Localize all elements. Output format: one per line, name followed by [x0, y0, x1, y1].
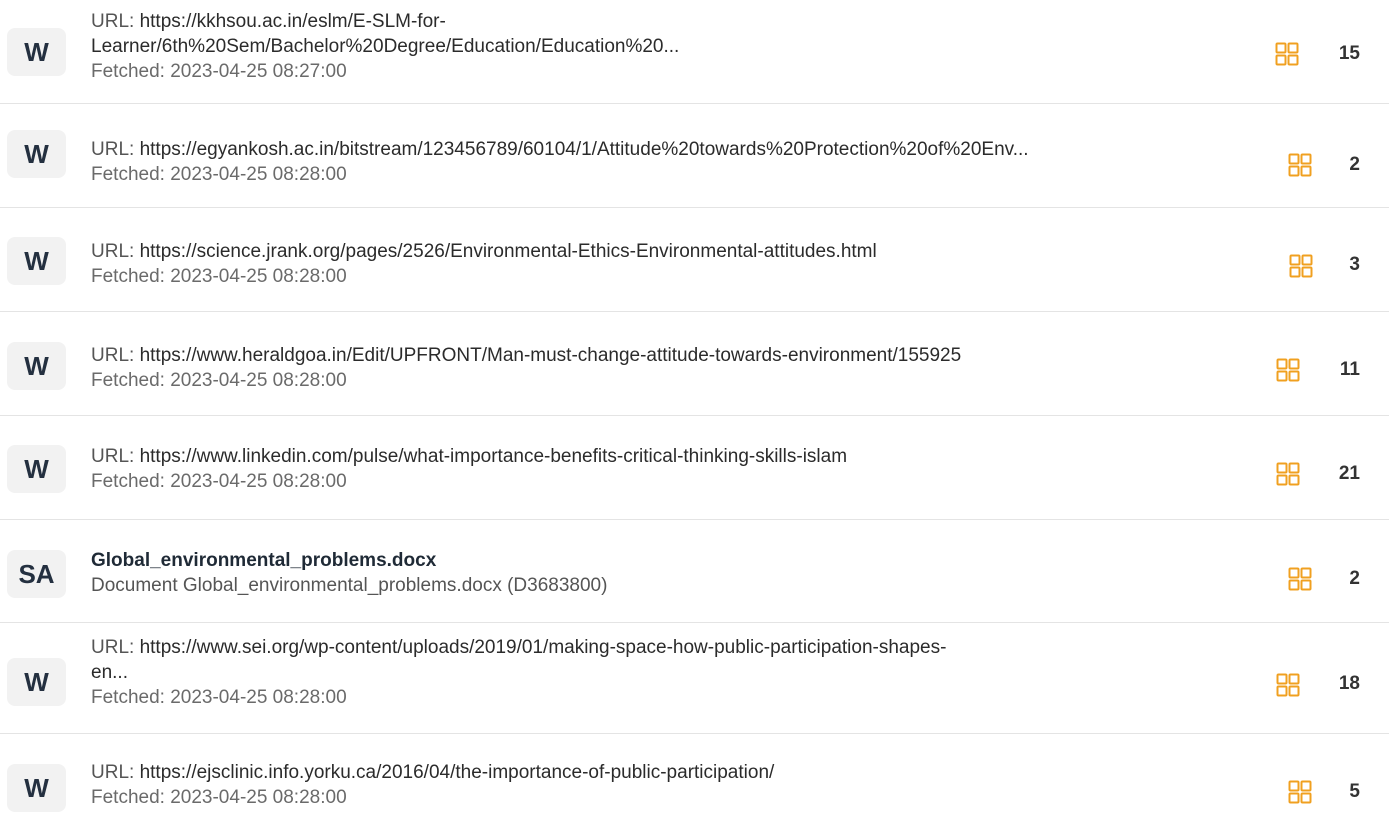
- source-row: W URL: https://www.heraldgoa.in/Edit/UPF…: [0, 312, 1389, 416]
- source-type-badge: SA: [7, 550, 66, 598]
- url-prefix: URL:: [91, 139, 140, 160]
- match-count: 5: [1349, 781, 1360, 802]
- url-prefix: URL:: [91, 345, 140, 366]
- source-type-badge: W: [7, 342, 66, 390]
- source-type-badge: W: [7, 237, 66, 285]
- url-prefix: URL:: [91, 11, 140, 32]
- matches-grid-icon[interactable]: [1276, 673, 1300, 697]
- match-count: 18: [1338, 673, 1360, 694]
- source-details: URL: https://kkhsou.ac.in/eslm/E-SLM-for…: [91, 9, 1271, 84]
- source-details: URL: https://ejsclinic.info.yorku.ca/201…: [91, 760, 1271, 810]
- source-type-badge: W: [7, 445, 66, 493]
- matches-grid-icon[interactable]: [1275, 42, 1299, 66]
- fetched-timestamp: Fetched: 2023-04-25 08:28:00: [91, 471, 347, 492]
- source-type-badge: W: [7, 28, 66, 76]
- source-row: W URL: https://science.jrank.org/pages/2…: [0, 208, 1389, 312]
- matches-grid-icon[interactable]: [1276, 358, 1300, 382]
- matches-grid-icon[interactable]: [1289, 254, 1313, 278]
- source-details: URL: https://www.linkedin.com/pulse/what…: [91, 444, 1271, 494]
- url-prefix: URL:: [91, 446, 140, 467]
- source-details: URL: https://www.sei.org/wp-content/uplo…: [91, 635, 1271, 710]
- matches-grid-icon[interactable]: [1288, 153, 1312, 177]
- source-row: W URL: https://www.sei.org/wp-content/up…: [0, 623, 1389, 734]
- source-type-badge: W: [7, 130, 66, 178]
- source-type-badge: W: [7, 764, 66, 812]
- fetched-timestamp: Fetched: 2023-04-25 08:28:00: [91, 687, 347, 708]
- source-url-link[interactable]: https://egyankosh.ac.in/bitstream/123456…: [140, 139, 1029, 160]
- source-details: URL: https://science.jrank.org/pages/252…: [91, 239, 1271, 289]
- document-title[interactable]: Global_environmental_problems.docx: [91, 548, 1271, 573]
- match-count: 21: [1338, 463, 1360, 484]
- source-details: URL: https://egyankosh.ac.in/bitstream/1…: [91, 137, 1271, 187]
- url-prefix: URL:: [91, 762, 140, 783]
- source-url-link[interactable]: https://science.jrank.org/pages/2526/Env…: [140, 241, 877, 262]
- matches-grid-icon[interactable]: [1288, 567, 1312, 591]
- source-details: Global_environmental_problems.docx Docum…: [91, 548, 1271, 598]
- fetched-timestamp: Fetched: 2023-04-25 08:28:00: [91, 164, 347, 185]
- source-row: W URL: https://ejsclinic.info.yorku.ca/2…: [0, 734, 1389, 830]
- source-url-link[interactable]: https://www.sei.org/wp-content/uploads/2…: [140, 637, 947, 658]
- match-count: 11: [1339, 359, 1360, 380]
- fetched-timestamp: Fetched: 2023-04-25 08:28:00: [91, 787, 347, 808]
- matches-grid-icon[interactable]: [1288, 780, 1312, 804]
- source-url-link[interactable]: https://www.heraldgoa.in/Edit/UPFRONT/Ma…: [140, 345, 962, 366]
- source-row: W URL: https://www.linkedin.com/pulse/wh…: [0, 416, 1389, 520]
- document-subtitle: Document Global_environmental_problems.d…: [91, 575, 608, 596]
- source-url-link-continued[interactable]: en...: [91, 662, 128, 683]
- match-count: 2: [1349, 154, 1360, 175]
- source-row: SA Global_environmental_problems.docx Do…: [0, 520, 1389, 623]
- source-url-link[interactable]: https://www.linkedin.com/pulse/what-impo…: [140, 446, 847, 467]
- match-count: 2: [1349, 568, 1360, 589]
- fetched-timestamp: Fetched: 2023-04-25 08:28:00: [91, 266, 347, 287]
- source-row: W URL: https://kkhsou.ac.in/eslm/E-SLM-f…: [0, 0, 1389, 104]
- match-count: 15: [1338, 43, 1360, 64]
- fetched-timestamp: Fetched: 2023-04-25 08:28:00: [91, 370, 347, 391]
- source-url-link[interactable]: https://ejsclinic.info.yorku.ca/2016/04/…: [140, 762, 775, 783]
- url-prefix: URL:: [91, 241, 140, 262]
- source-row: W URL: https://egyankosh.ac.in/bitstream…: [0, 104, 1389, 208]
- source-url-link[interactable]: https://kkhsou.ac.in/eslm/E-SLM-for-: [140, 11, 446, 32]
- source-url-link-continued[interactable]: Learner/6th%20Sem/Bachelor%20Degree/Educ…: [91, 36, 679, 57]
- source-type-badge: W: [7, 658, 66, 706]
- match-count: 3: [1349, 254, 1360, 275]
- matches-grid-icon[interactable]: [1276, 462, 1300, 486]
- fetched-timestamp: Fetched: 2023-04-25 08:27:00: [91, 61, 347, 82]
- url-prefix: URL:: [91, 637, 140, 658]
- source-details: URL: https://www.heraldgoa.in/Edit/UPFRO…: [91, 343, 1271, 393]
